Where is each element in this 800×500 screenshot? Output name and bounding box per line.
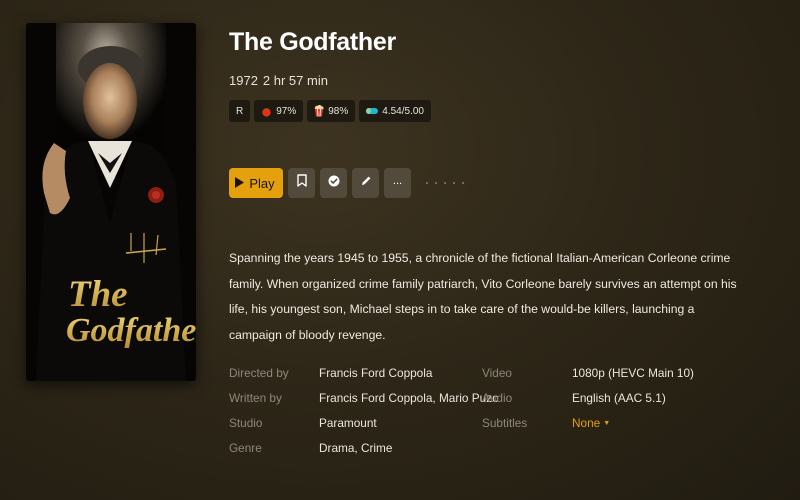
check-circle-icon: [328, 174, 340, 192]
movie-summary: Spanning the years 1945 to 1955, a chron…: [229, 251, 737, 342]
movie-meta: 1972 2 hr 57 min: [229, 73, 328, 88]
poster-artwork: The Godfather: [26, 23, 196, 381]
play-icon: [235, 176, 245, 191]
movie-title: The Godfather: [229, 28, 396, 56]
critic-rating-badge: 97%: [254, 100, 304, 122]
loading-dots: [426, 168, 464, 198]
watchlist-button[interactable]: [288, 168, 315, 198]
chevron-down-icon: ▼: [603, 420, 611, 427]
studio-link[interactable]: Paramount: [319, 416, 377, 430]
more-button[interactable]: ...: [384, 168, 411, 198]
tmdb-rating-badge: 4.54/5.00: [359, 100, 431, 122]
popcorn-icon: [314, 105, 324, 117]
play-button[interactable]: Play: [229, 168, 283, 198]
release-year: 1972: [229, 73, 258, 88]
writers-link[interactable]: Francis Ford Coppola, Mario Puzo: [319, 391, 499, 405]
poster-logo-the: The: [68, 274, 128, 315]
genre-link[interactable]: Drama, Crime: [319, 441, 392, 455]
detail-label: Written by: [229, 391, 282, 405]
detail-label: Video: [482, 366, 512, 380]
detail-label: Directed by: [229, 366, 289, 380]
content-rating-badge: R: [229, 100, 251, 122]
poster-logo-godfather: Godfather: [66, 312, 196, 349]
action-bar: Play ...: [229, 168, 464, 198]
edit-button[interactable]: [352, 168, 379, 198]
detail-label: Studio: [229, 416, 263, 430]
subtitles-dropdown[interactable]: None ▼: [572, 416, 610, 430]
runtime: 2 hr 57 min: [262, 73, 328, 88]
detail-label: Audio: [482, 391, 513, 405]
tmdb-icon: [366, 108, 379, 114]
detail-label: Genre: [229, 441, 262, 455]
more-icon: ...: [392, 174, 403, 187]
audience-rating-badge: 98%: [307, 100, 356, 122]
movie-poster[interactable]: The Godfather: [26, 23, 196, 381]
mark-watched-button[interactable]: [320, 168, 347, 198]
subtitles-value: None: [572, 416, 601, 430]
pencil-icon: [360, 174, 372, 192]
director-link[interactable]: Francis Ford Coppola: [319, 366, 432, 380]
audio-value: English (AAC 5.1): [572, 391, 666, 405]
tomato-icon: [261, 106, 272, 117]
video-value: 1080p (HEVC Main 10): [572, 366, 694, 380]
bookmark-icon: [296, 174, 307, 192]
detail-label: Subtitles: [482, 416, 528, 430]
ratings-row: R 97% 98% 4.54/5.00: [229, 100, 431, 122]
